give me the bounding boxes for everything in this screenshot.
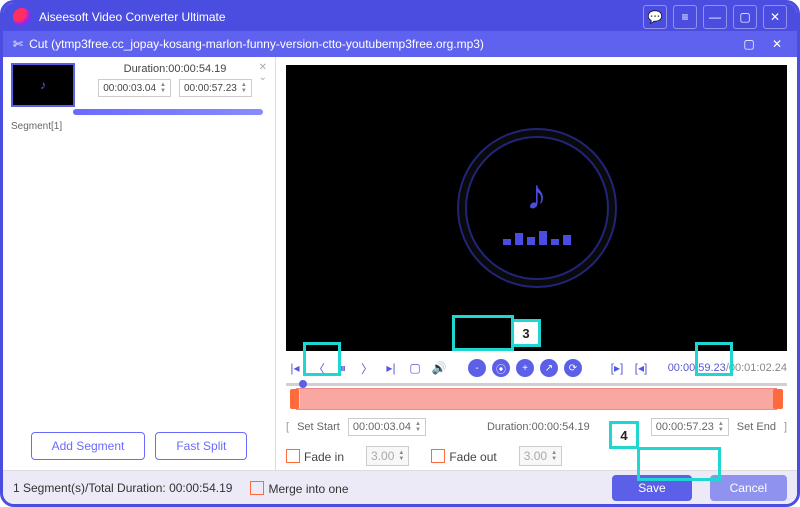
cut-subbar: ✄ Cut (ytmp3free.cc_jopay-kosang-marlon-… [3,31,797,57]
app-logo-icon [13,8,31,26]
left-button-row: Add Segment Fast Split [3,422,275,470]
segment-duration: Duration:00:00:54.19 [83,63,267,75]
fast-split-button[interactable]: Fast Split [155,432,247,460]
stepper-icon[interactable]: ▲▼ [241,82,247,94]
music-note-icon: ♪ [526,171,547,219]
segment-thumbnail: ♪ [11,63,75,107]
end-time-value: 00:00:57.23 [656,421,714,433]
segment-info: ✕⌄ Duration:00:00:54.19 00:00:03.04 ▲▼ 0… [75,63,267,107]
merge-label: Merge into one [268,482,348,496]
step-badge-3: 3 [511,319,541,347]
left-panel: ♪ ✕⌄ Duration:00:00:54.19 00:00:03.04 ▲▼… [3,57,276,470]
fade-out-checkbox[interactable]: Fade out [431,449,496,464]
stepper-icon[interactable]: ▲▼ [415,421,421,433]
segment-row[interactable]: ♪ ✕⌄ Duration:00:00:54.19 00:00:03.04 ▲▼… [3,57,275,107]
cancel-button[interactable]: Cancel [710,475,787,501]
fade-out-value: 3.00 [524,449,547,463]
zoom-in-icon[interactable]: + [516,359,534,377]
panel-close-button[interactable]: ✕ [767,34,787,54]
loop-icon[interactable]: ⟳ [564,359,582,377]
bracket-start-icon[interactable]: [▸] [608,359,626,377]
range-start-handle[interactable] [290,389,300,409]
action-icon[interactable]: ↗ [540,359,558,377]
fade-in-checkbox[interactable]: Fade in [286,449,344,464]
end-time-input[interactable]: 00:00:57.23 ▲▼ [651,418,729,436]
main-body: ♪ ✕⌄ Duration:00:00:54.19 00:00:03.04 ▲▼… [3,57,797,470]
goto-start-icon[interactable]: |◂ [286,359,304,377]
range-track[interactable] [286,388,787,408]
highlight-save [637,447,721,481]
next-icon[interactable]: 〉 [358,359,376,377]
start-time-value: 00:00:03.04 [353,421,411,433]
segment-label: Segment[1] [3,119,275,134]
bracket-close-icon[interactable]: ] [784,421,787,433]
bracket-open-icon[interactable]: [ [286,421,289,433]
equalizer-icon [503,229,571,245]
segment-start-value: 00:00:03.04 [103,83,156,94]
segment-progress-fill [73,109,263,115]
app-title: Aiseesoft Video Converter Ultimate [39,10,637,24]
titlebar: Aiseesoft Video Converter Ultimate 💬 ≡ —… [3,3,797,31]
add-segment-button[interactable]: Add Segment [31,432,146,460]
highlight-controls [452,315,514,351]
range-end-handle[interactable] [773,389,783,409]
segment-progress-track[interactable] [73,109,263,115]
audio-visual-icon: ♪ [465,136,609,280]
segment-summary: 1 Segment(s)/Total Duration: 00:00:54.19 [13,481,232,495]
segment-end-value: 00:00:57.23 [184,83,237,94]
goto-end-icon[interactable]: ▸| [382,359,400,377]
panel-maximize-button[interactable]: ▢ [739,34,759,54]
fade-in-value: 3.00 [371,449,394,463]
fade-out-value-input[interactable]: 3.00 ▲▼ [519,446,562,466]
minimize-button[interactable]: — [703,5,727,29]
timeline [276,379,797,412]
start-time-input[interactable]: 00:00:03.04 ▲▼ [348,418,426,436]
merge-checkbox[interactable]: Merge into one [250,481,348,496]
right-panel: ♪ |◂ 〈 ⏸ 〉 ▸| ▢ 🔊 - ⦿ + [276,57,797,470]
segment-start-input[interactable]: 00:00:03.04 ▲▼ [98,79,171,97]
cut-file-title: Cut (ytmp3free.cc_jopay-kosang-marlon-fu… [29,37,484,51]
fade-in-label: Fade in [304,450,344,464]
music-note-icon: ♪ [40,78,46,92]
stepper-icon[interactable]: ▲▼ [718,421,724,433]
segment-end-input[interactable]: 00:00:57.23 ▲▼ [179,79,252,97]
set-end-label[interactable]: Set End [737,421,776,433]
step-badge-4: 4 [609,421,639,449]
preview-area: ♪ [286,65,787,351]
time-input-row: [ Set Start 00:00:03.04 ▲▼ Duration:00:0… [276,412,797,442]
stepper-icon[interactable]: ▲▼ [160,82,166,94]
fade-out-label: Fade out [449,450,496,464]
feedback-icon[interactable]: 💬 [643,5,667,29]
fade-in-value-input[interactable]: 3.00 ▲▼ [366,446,409,466]
stop-icon[interactable]: ▢ [406,359,424,377]
time-total: 00:01:02.24 [729,362,787,374]
stepper-icon[interactable]: ▲▼ [398,450,404,462]
playhead-knob[interactable] [299,380,307,388]
scissors-icon: ✄ [13,37,23,51]
volume-icon[interactable]: 🔊 [430,359,448,377]
menu-icon[interactable]: ≡ [673,5,697,29]
close-button[interactable]: ✕ [763,5,787,29]
stepper-icon[interactable]: ▲▼ [551,450,557,462]
playhead-track[interactable] [286,383,787,386]
set-start-label[interactable]: Set Start [297,421,340,433]
bracket-end-icon[interactable]: [◂] [632,359,650,377]
highlight-end-handle [695,342,733,376]
highlight-start-handle [303,342,341,376]
snapshot-icon[interactable]: ⦿ [492,359,510,377]
maximize-button[interactable]: ▢ [733,5,757,29]
zoom-out-icon[interactable]: - [468,359,486,377]
app-window: Aiseesoft Video Converter Ultimate 💬 ≡ —… [0,0,800,507]
segment-close-icon[interactable]: ✕⌄ [259,63,267,83]
